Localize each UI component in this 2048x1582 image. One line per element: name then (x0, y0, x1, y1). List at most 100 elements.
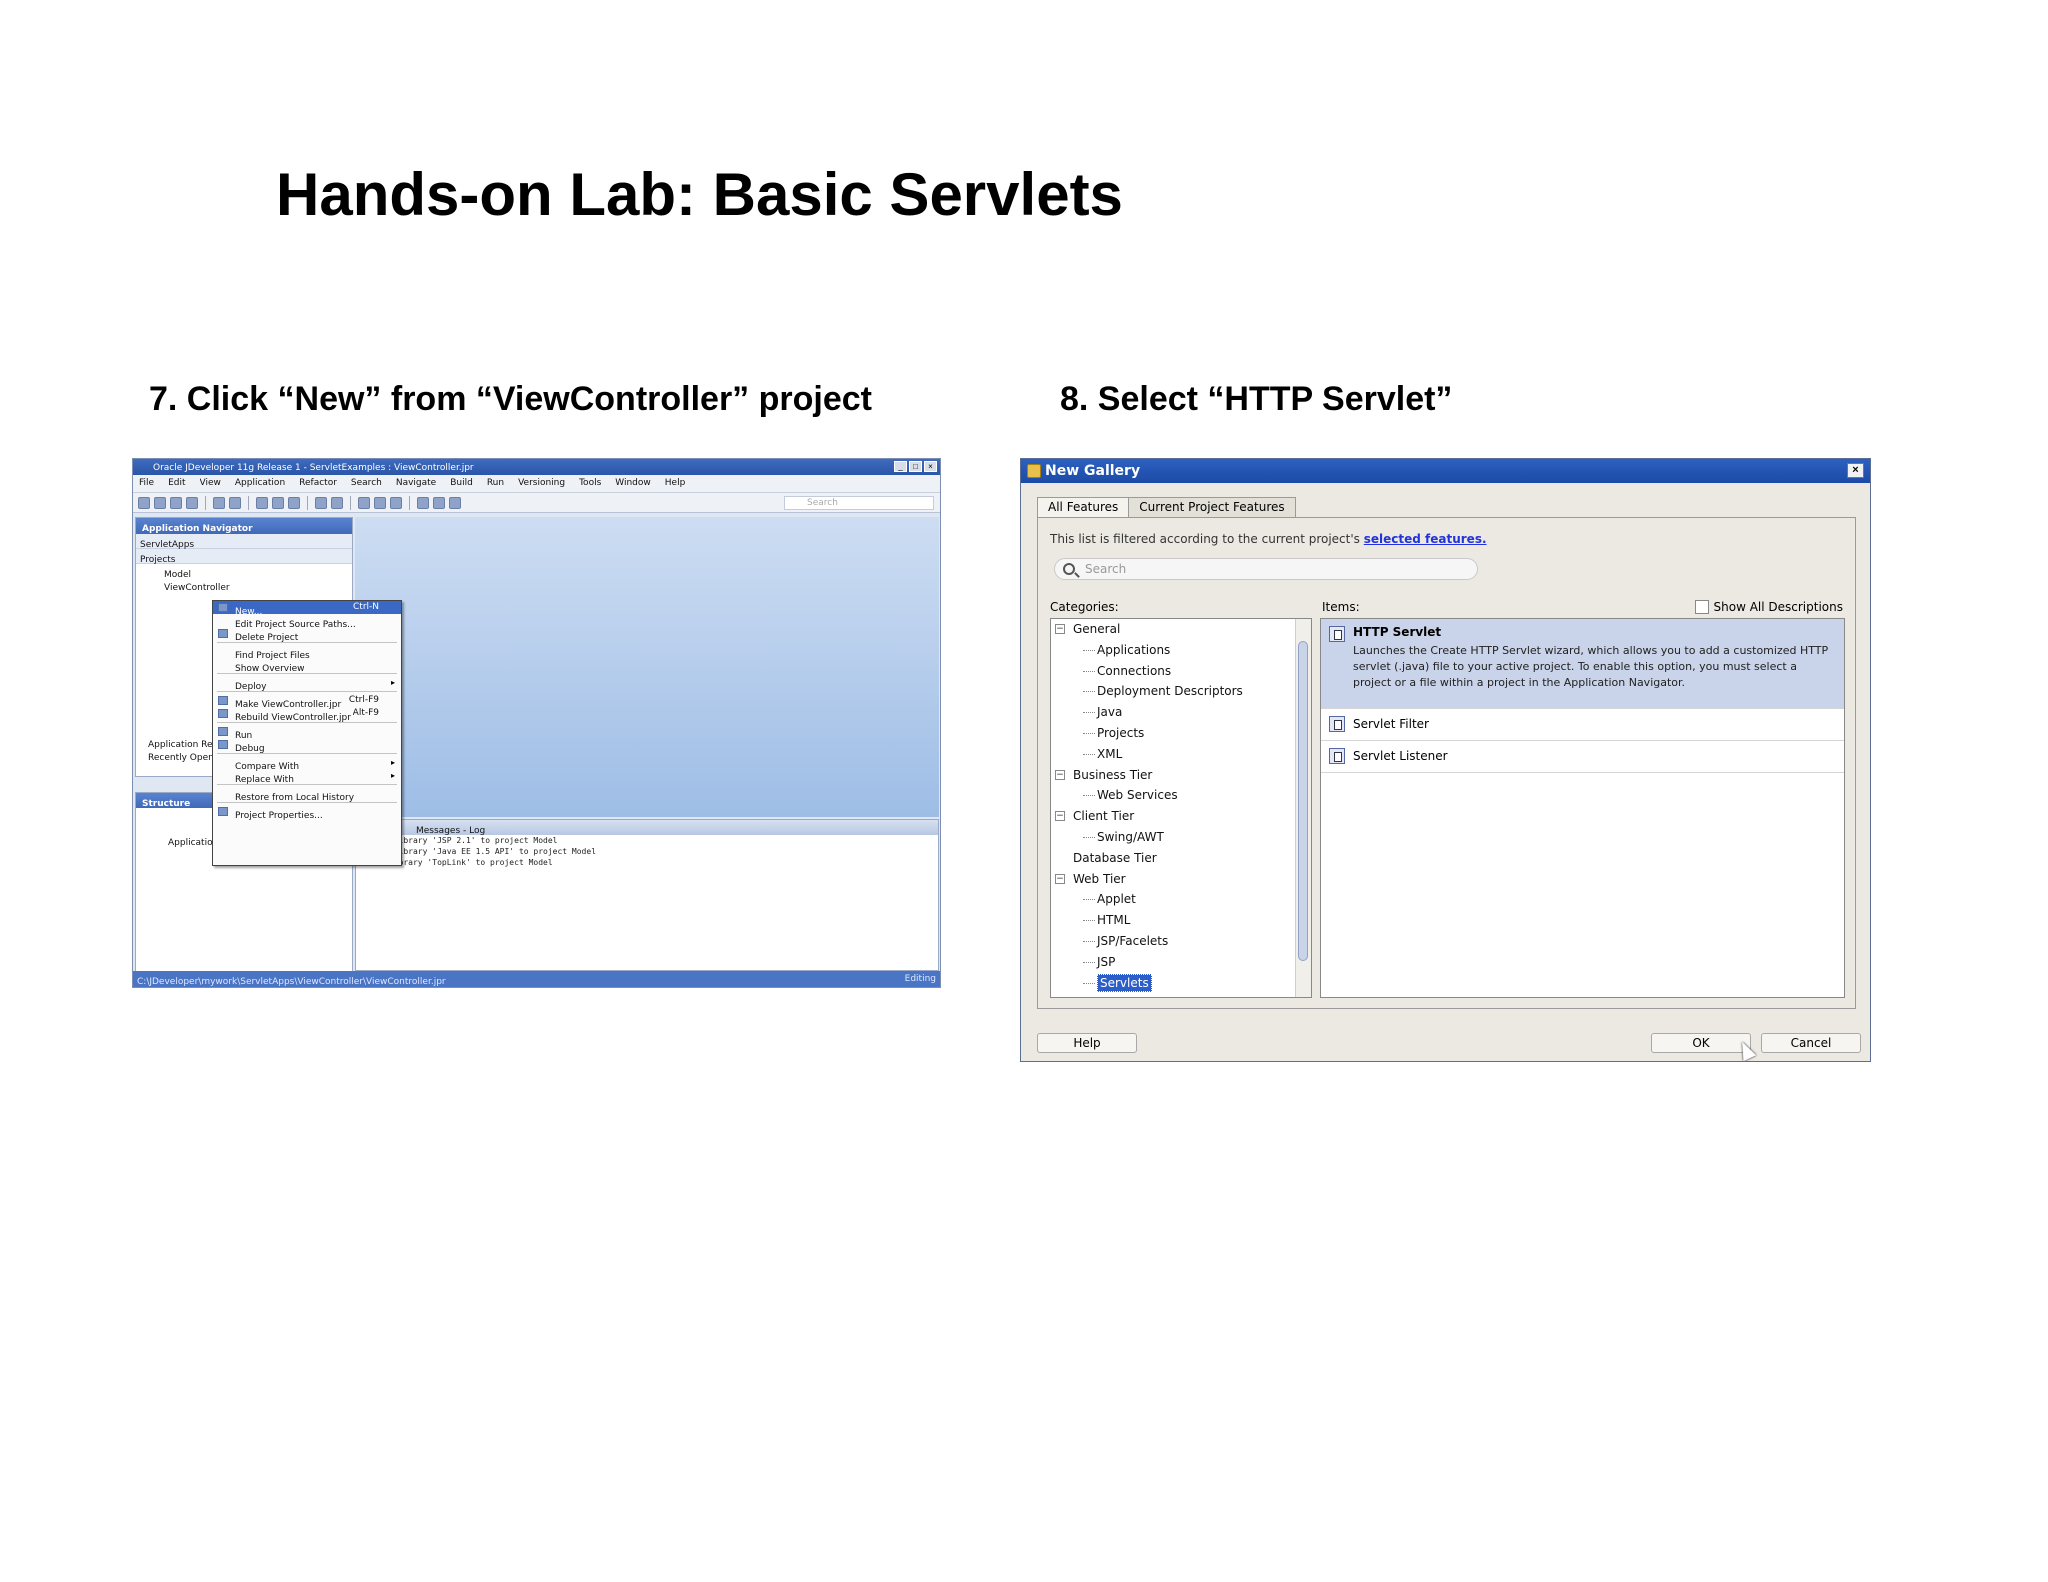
ide-menu-help[interactable]: Help (665, 478, 686, 489)
projects-header[interactable]: Projects (136, 549, 352, 565)
item-servlet-listener[interactable]: Servlet Listener (1321, 741, 1844, 773)
back-icon[interactable] (315, 496, 327, 509)
ide-menu-versioning[interactable]: Versioning (518, 478, 565, 489)
ide-menu-file[interactable]: File (139, 478, 154, 489)
category-label: Applet (1097, 892, 1136, 907)
context-menu-item[interactable]: Debug (213, 738, 401, 754)
context-menu-item[interactable]: Replace With ▸ (213, 769, 401, 785)
context-menu-item[interactable]: Run (213, 725, 401, 741)
debug-icon[interactable] (433, 496, 445, 509)
category-servlets[interactable]: Servlets (1051, 973, 1311, 994)
category-xml[interactable]: XML (1051, 744, 1311, 765)
close-icon[interactable]: × (1847, 463, 1864, 478)
mouse-cursor-icon (1735, 1038, 1757, 1061)
item-servlet-filter[interactable]: Servlet Filter (1321, 709, 1844, 741)
gallery-search-input[interactable]: Search (1054, 558, 1478, 580)
selected-features-link[interactable]: selected features. (1364, 532, 1487, 546)
context-menu-item[interactable]: Deploy ▸ (213, 676, 401, 692)
category-jsp-facelets[interactable]: JSP/Facelets (1051, 931, 1311, 952)
maximize-icon[interactable]: □ (909, 461, 922, 472)
tree-node-viewcontroller[interactable]: ViewController (136, 577, 352, 593)
close-icon[interactable]: × (924, 461, 937, 472)
category-projects[interactable]: Projects (1051, 723, 1311, 744)
category-deployment-descriptors[interactable]: Deployment Descriptors (1051, 681, 1311, 702)
tab-current-project-features[interactable]: Current Project Features (1128, 497, 1296, 517)
ide-menu-search[interactable]: Search (351, 478, 382, 489)
context-menu-item[interactable]: Compare With ▸ (213, 756, 401, 772)
tree-node-label: ViewController (164, 583, 230, 593)
copy-icon[interactable] (272, 496, 284, 509)
category-html[interactable]: HTML (1051, 910, 1311, 931)
category-database-tier[interactable]: Database Tier (1051, 848, 1311, 869)
category-client-tier[interactable]: − Client Tier (1051, 806, 1311, 827)
context-menu-item[interactable]: Project Properties... (213, 805, 401, 821)
tree-node-model[interactable]: Model (136, 564, 352, 580)
ide-search-input[interactable]: Search (784, 496, 934, 510)
checkbox-icon[interactable] (1694, 600, 1709, 614)
cut-icon[interactable] (256, 496, 268, 509)
tab-all-features[interactable]: All Features (1037, 497, 1130, 517)
context-menu-label: Project Properties... (235, 811, 323, 821)
ide-menu-run[interactable]: Run (487, 478, 504, 489)
ide-menu-tools[interactable]: Tools (579, 478, 601, 489)
ok-button[interactable]: OK (1651, 1033, 1751, 1053)
category-jsp[interactable]: JSP (1051, 952, 1311, 973)
category-web-tier[interactable]: − Web Tier (1051, 869, 1311, 890)
category-web-services[interactable]: Web Services (1051, 785, 1311, 806)
collapse-icon[interactable]: − (1055, 624, 1065, 634)
context-menu-item[interactable]: Rebuild ViewController.jpr Alt-F9 (213, 707, 401, 723)
context-menu-item[interactable]: Find Project Files (213, 645, 401, 661)
context-menu-shortcut: Ctrl-N (353, 602, 379, 612)
ide-menu-application[interactable]: Application (235, 478, 285, 489)
log-header: Messages - Log (356, 820, 938, 836)
minimize-icon[interactable]: _ (894, 461, 907, 472)
redo-icon[interactable] (229, 496, 241, 509)
context-menu-item[interactable]: Show Overview (213, 658, 401, 674)
context-menu-item[interactable]: Restore from Local History (213, 787, 401, 803)
collapse-icon[interactable]: − (1055, 811, 1065, 822)
run-icon[interactable] (417, 496, 429, 509)
context-menu-label: Replace With (235, 775, 294, 785)
context-menu-item[interactable]: Edit Project Source Paths... (213, 614, 401, 630)
context-menu-item[interactable]: Delete Project (213, 627, 401, 643)
cancel-button[interactable]: Cancel (1761, 1033, 1861, 1053)
rebuild-icon[interactable] (374, 496, 386, 509)
collapse-icon[interactable]: − (1055, 873, 1065, 884)
scrollbar-thumb[interactable] (1298, 641, 1308, 961)
ide-menu-edit[interactable]: Edit (168, 478, 185, 489)
ide-menu-window[interactable]: Window (615, 478, 651, 489)
new-icon[interactable] (138, 496, 150, 509)
paste-icon[interactable] (288, 496, 300, 509)
menu-item-icon (218, 696, 228, 705)
ide-title-bar: Oracle JDeveloper 11g Release 1 - Servle… (133, 459, 940, 475)
categories-scrollbar[interactable] (1295, 619, 1311, 997)
ide-menu-navigate[interactable]: Navigate (396, 478, 436, 489)
category-java[interactable]: Java (1051, 702, 1311, 723)
undo-icon[interactable] (213, 496, 225, 509)
category-business-tier[interactable]: − Business Tier (1051, 765, 1311, 786)
save-icon[interactable] (170, 496, 182, 509)
category-label: Web Services (1097, 788, 1178, 803)
category-general[interactable]: − General (1051, 619, 1311, 640)
warning-icon[interactable] (449, 496, 461, 509)
context-menu-item[interactable]: Make ViewController.jpr Ctrl-F9 (213, 694, 401, 710)
show-all-descriptions-checkbox[interactable]: Show All Descriptions (1694, 600, 1843, 614)
category-applications[interactable]: Applications (1051, 640, 1311, 661)
ide-menu-build[interactable]: Build (450, 478, 473, 489)
forward-icon[interactable] (331, 496, 343, 509)
ide-menu-refactor[interactable]: Refactor (299, 478, 337, 489)
open-icon[interactable] (154, 496, 166, 509)
rebuild-all-icon[interactable] (390, 496, 402, 509)
help-button[interactable]: Help (1037, 1033, 1137, 1053)
menu-item-icon (218, 629, 228, 638)
category-connections[interactable]: Connections (1051, 661, 1311, 682)
application-selector[interactable]: ServletApps (136, 534, 352, 550)
context-menu-item[interactable]: New... Ctrl-N (213, 601, 401, 617)
item-http-servlet[interactable]: HTTP Servlet Launches the Create HTTP Se… (1321, 619, 1844, 709)
make-icon[interactable] (358, 496, 370, 509)
category-swing-awt[interactable]: Swing/AWT (1051, 827, 1311, 848)
category-applet[interactable]: Applet (1051, 889, 1311, 910)
collapse-icon[interactable]: − (1055, 769, 1065, 780)
save-all-icon[interactable] (186, 496, 198, 509)
ide-menu-view[interactable]: View (200, 478, 221, 489)
